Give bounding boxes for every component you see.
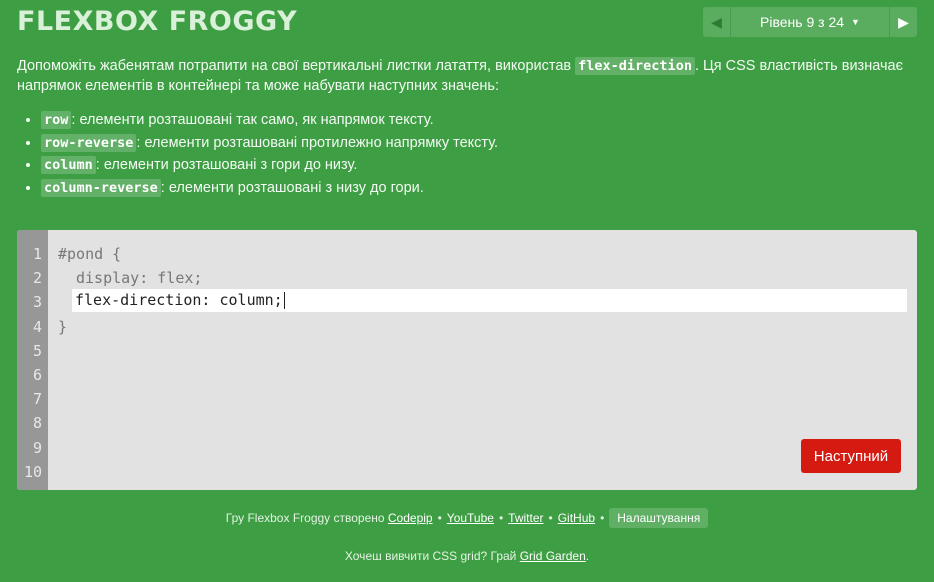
- intro-text: Допоможіть жабенятам потрапити на свої в…: [17, 58, 576, 74]
- grid-garden-promo: Хочеш вивчити CSS grid? Грай Grid Garden…: [0, 549, 934, 563]
- code-term: column: [41, 156, 96, 174]
- triangle-right-icon: ▶: [898, 13, 909, 30]
- line-number: 9: [32, 438, 42, 457]
- css-input-value: flex-direction: column;: [75, 291, 283, 309]
- level-dropdown[interactable]: Рівень 9 з 24 ▼: [730, 7, 890, 37]
- next-level-button[interactable]: ▶: [890, 7, 917, 37]
- separator: •: [600, 511, 605, 525]
- list-item: row-reverse: елементи розташовані протил…: [41, 133, 917, 153]
- line-number: 4: [32, 317, 42, 336]
- line-number: 2: [32, 269, 42, 288]
- grid-garden-link[interactable]: Grid Garden: [520, 549, 586, 563]
- code-line: }: [58, 317, 68, 336]
- line-number: 5: [32, 341, 42, 360]
- promo-end: .: [585, 549, 590, 563]
- level-navigation: ◀ Рівень 9 з 24 ▼ ▶: [703, 7, 917, 37]
- list-item: column-reverse: елементи розташовані з н…: [41, 178, 917, 198]
- triangle-left-icon: ◀: [711, 13, 722, 30]
- separator: •: [498, 511, 504, 525]
- line-number: 1: [32, 245, 42, 263]
- promo-text: Хочеш вивчити CSS grid? Грай: [344, 549, 520, 563]
- codepip-link[interactable]: Codepip: [388, 511, 433, 525]
- value-description: : елементи розташовані протилежно напрям…: [136, 134, 499, 151]
- github-link[interactable]: GitHub: [558, 511, 595, 525]
- twitter-link[interactable]: Twitter: [508, 511, 543, 525]
- code-term: flex-direction: [575, 57, 695, 75]
- instructions-intro: Допоможіть жабенятам потрапити на свої в…: [17, 56, 917, 96]
- instructions: Допоможіть жабенятам потрапити на свої в…: [17, 56, 917, 200]
- footer-credit: Гру Flexbox Froggy створено: [225, 511, 388, 525]
- code-line: #pond {: [58, 245, 122, 263]
- line-number: 10: [23, 462, 42, 481]
- values-list: row: елементи розташовані так само, як н…: [17, 110, 917, 198]
- prev-level-button[interactable]: ◀: [703, 7, 730, 37]
- value-description: : елементи розташовані з низу до гори.: [160, 179, 424, 196]
- separator: •: [548, 511, 553, 525]
- css-input[interactable]: flex-direction: column;: [72, 289, 907, 312]
- list-item: column: елементи розташовані з гори до н…: [41, 155, 917, 175]
- footer: Гру Flexbox Froggy створено Codepip • YouT…: [0, 508, 934, 528]
- code-term: row: [41, 111, 72, 129]
- code-term: column-reverse: [41, 178, 161, 197]
- value-description: : елементи розташовані так само, як напр…: [71, 112, 434, 128]
- next-button[interactable]: Наступний: [801, 439, 901, 473]
- line-number: 6: [32, 365, 42, 384]
- code-line: display: flex;: [76, 269, 203, 288]
- code-term: row-reverse: [41, 133, 137, 152]
- text-cursor: [283, 292, 285, 309]
- line-number: 3: [32, 293, 42, 312]
- list-item: row: елементи розташовані так само, як н…: [41, 110, 917, 130]
- css-editor: 1 2 3 4 5 6 7 8 9 10 #pond { display: fl…: [17, 230, 917, 490]
- separator: •: [437, 511, 442, 525]
- value-description: : елементи розташовані з гори до низу.: [95, 157, 358, 173]
- line-number: 8: [32, 414, 42, 433]
- youtube-link[interactable]: YouTube: [447, 511, 494, 525]
- level-label: Рівень 9 з 24: [760, 14, 845, 30]
- line-numbers: 1 2 3 4 5 6 7 8 9 10: [17, 230, 48, 490]
- chevron-down-icon: ▼: [851, 17, 860, 27]
- line-number: 7: [32, 390, 42, 409]
- settings-button[interactable]: Налаштування: [609, 508, 709, 528]
- page-title: FLEXBOX FROGGY: [17, 6, 298, 37]
